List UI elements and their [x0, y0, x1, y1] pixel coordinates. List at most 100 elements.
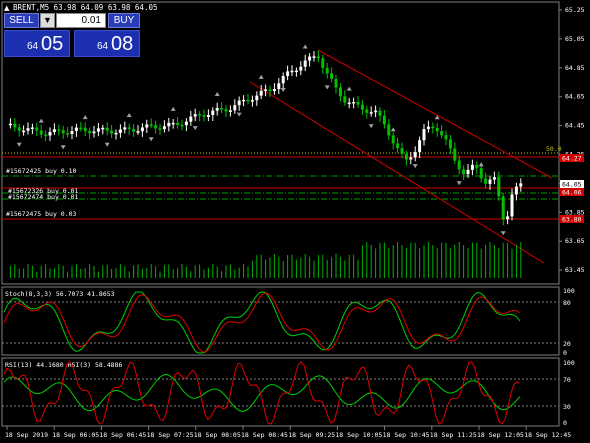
candle-body [158, 128, 162, 130]
candle-body [88, 131, 92, 134]
candle-body [334, 78, 338, 88]
candle-body [96, 128, 100, 132]
price-axis-label: 63.65 [565, 237, 585, 245]
price-tag-4-text: 63.80 [562, 216, 582, 224]
rsi-axis-30: 30 [563, 403, 571, 411]
candle-body [316, 56, 320, 59]
candle-body [514, 186, 518, 195]
rsi-axis-0: 0 [563, 419, 567, 427]
candle-body [404, 153, 408, 160]
candle-body [79, 127, 83, 130]
candle-body [242, 99, 246, 102]
candle-body [475, 164, 479, 169]
buy-button[interactable]: BUY [108, 13, 140, 28]
rsi-title: RSI(13) 44.1680 RSI(3) 58.4886 [5, 361, 122, 369]
volume-bars [9, 242, 522, 278]
time-axis-label: 18 Sep 10:45 [383, 431, 430, 439]
candle-body [374, 110, 378, 113]
candle-body [215, 108, 219, 111]
candle-body [220, 108, 224, 110]
candle-body [360, 104, 364, 110]
candle-body [211, 110, 215, 116]
candle-body [294, 70, 298, 73]
candle-body [422, 129, 426, 141]
stoch-main-line [3, 291, 521, 354]
candle-body [171, 122, 175, 125]
candle-body [246, 99, 250, 102]
fractal-down-marker [236, 112, 242, 117]
candle-body [44, 134, 48, 137]
candle-body [92, 131, 96, 134]
candle-body [132, 128, 136, 132]
candle-body [22, 130, 26, 133]
symbol-header: BRENT,M5 63.98 64.09 63.98 64.05 [13, 3, 158, 12]
candle-body [30, 127, 34, 129]
buy-price-small: 64 [97, 41, 109, 52]
candle-body [154, 125, 158, 129]
fractal-up-marker [346, 86, 352, 91]
candle-body [409, 157, 413, 160]
candle-body [123, 127, 127, 130]
fractal-up-marker [126, 112, 132, 117]
candle-body [184, 121, 188, 126]
price-tag-3-text: 64.06 [562, 189, 582, 197]
candle-body [110, 130, 114, 134]
time-axis-label: 18 Sep 2019 [5, 431, 48, 439]
candle-body [17, 127, 21, 131]
rsi-3-line [3, 361, 521, 425]
candle-body [255, 95, 259, 101]
candle-body [321, 58, 325, 68]
one-click-trading-panel: SELL ▼ 0.01 BUY 64 05 64 08 [4, 13, 140, 57]
candle-body [457, 160, 461, 170]
price-axis-label: 64.65 [565, 93, 585, 101]
candle-body [198, 114, 202, 116]
candle-body [387, 124, 391, 136]
candle-body [325, 67, 329, 74]
candle-body [233, 105, 237, 111]
candle-body [162, 126, 166, 130]
candle-body [444, 135, 448, 140]
channel-line-upper[interactable] [317, 49, 553, 179]
price-axis: 65.2565.0564.8564.6564.4564.2564.0563.85… [559, 6, 585, 274]
candle-body [510, 194, 514, 217]
stoch-axis-80: 80 [563, 299, 571, 307]
candle-body [118, 129, 122, 133]
channel-line-lower[interactable] [249, 81, 545, 264]
candle-body [127, 127, 131, 129]
lot-size-input[interactable]: 0.01 [56, 13, 106, 28]
sell-button[interactable]: SELL [4, 13, 39, 28]
fractal-up-marker [258, 74, 264, 79]
candle-body [140, 127, 144, 132]
lot-down-arrow-icon[interactable]: ▼ [40, 13, 55, 28]
stoch-axis-100: 100 [563, 287, 575, 295]
candle-body [519, 183, 523, 187]
rsi-axis-100: 100 [563, 359, 575, 367]
stoch-title: Stoch(8,3,3) 56.7073 41.8653 [5, 290, 115, 298]
candle-body [136, 131, 140, 133]
symbol-collapse-icon[interactable]: ▲ [4, 4, 10, 12]
buy-price-big: 08 [111, 33, 134, 55]
time-axis: 18 Sep 2019 18 Sep 06:05 18 Sep 06:45 18 Se… [5, 426, 571, 439]
candle-body [57, 129, 61, 131]
candle-body [193, 114, 197, 117]
candle-body [66, 133, 70, 135]
candle-body [167, 122, 171, 127]
sell-price-small: 64 [27, 41, 39, 52]
price-tag-1-text: 64.27 [562, 155, 582, 163]
candle-body [484, 178, 488, 184]
buy-price-box[interactable]: 64 08 [74, 30, 140, 57]
price-axis-label: 65.25 [565, 6, 585, 14]
candle-body [268, 89, 272, 91]
sell-price-box[interactable]: 64 05 [4, 30, 70, 57]
candle-body [286, 71, 290, 77]
candle-body [431, 126, 435, 129]
candle-body [277, 83, 281, 90]
price-tag-2-text: 64.05 [562, 181, 582, 189]
candle-body [61, 130, 65, 134]
candle-body [149, 124, 153, 126]
time-axis-label: 18 Sep 12:45 [524, 431, 571, 439]
candle-body [70, 131, 74, 134]
price-axis-label: 63.45 [565, 266, 585, 274]
candle-body [501, 196, 505, 220]
candle-body [145, 124, 149, 128]
